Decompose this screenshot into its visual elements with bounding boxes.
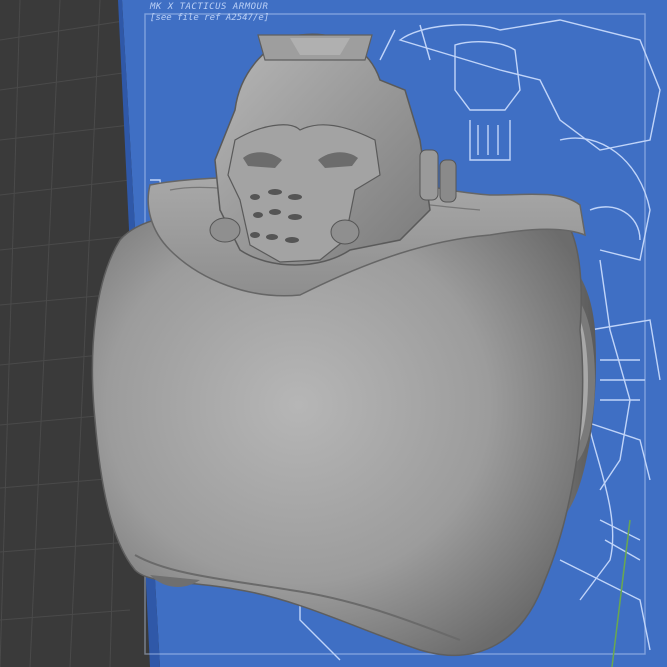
caption-file-ref: [see file ref A2547/e] [150, 13, 270, 23]
caption-title: MK X TACTICUS ARMOUR [150, 2, 269, 12]
3d-viewport[interactable]: MK X TACTICUS ARMOUR [see file ref A2547… [0, 0, 667, 667]
viewport-scene[interactable] [0, 0, 667, 667]
reference-image-caption: MK X TACTICUS ARMOUR [see file ref A2547… [150, 2, 269, 24]
